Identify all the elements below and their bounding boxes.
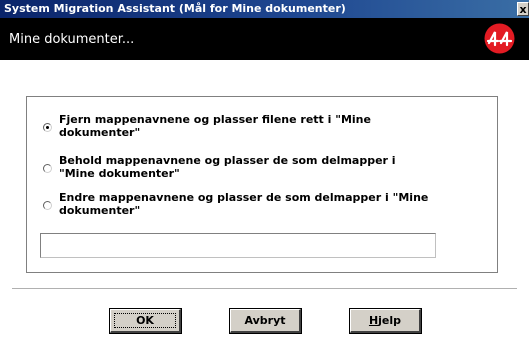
option-label: Behold mappenavnene og plasser de som de… [59,154,396,180]
option-label: Fjern mappenavnene og plasser filene ret… [59,113,371,139]
header-title: Mine dokumenter... [9,32,135,47]
pma-logo-icon [484,23,515,54]
options-panel: Fjern mappenavnene og plasser filene ret… [26,96,498,273]
separator-line [12,288,517,290]
cancel-label: Avbryt [244,314,286,327]
header-band: Mine dokumenter... [0,18,529,60]
cancel-button[interactable]: Avbryt [230,309,301,333]
option-rename-folders[interactable]: Endre mappenavnene og plasser de som del… [27,191,497,223]
logo-circle [484,23,515,54]
radio-keep-folder-names[interactable] [43,164,52,173]
radio-remove-folder-names[interactable] [43,123,52,132]
title-bar: System Migration Assistant (Mål for Mine… [0,0,529,18]
close-button[interactable]: x [517,2,529,16]
option-remove-folder-names[interactable]: Fjern mappenavnene og plasser filene ret… [27,113,497,145]
help-label: Hjelp [369,314,401,327]
ok-button[interactable]: OK [110,309,181,333]
option-keep-folder-names[interactable]: Behold mappenavnene og plasser de som de… [27,154,497,186]
folder-name-input[interactable] [40,233,436,258]
help-mnemonic: H [368,314,379,327]
window-title: System Migration Assistant (Mål for Mine… [4,2,346,15]
option-label: Endre mappenavnene og plasser de som del… [59,191,429,217]
dialog-window: System Migration Assistant (Mål for Mine… [0,0,529,349]
help-button[interactable]: Hjelp [350,309,421,333]
ok-label: OK [136,314,154,327]
help-label-rest: jelp [378,314,402,327]
radio-rename-folders[interactable] [43,201,52,210]
